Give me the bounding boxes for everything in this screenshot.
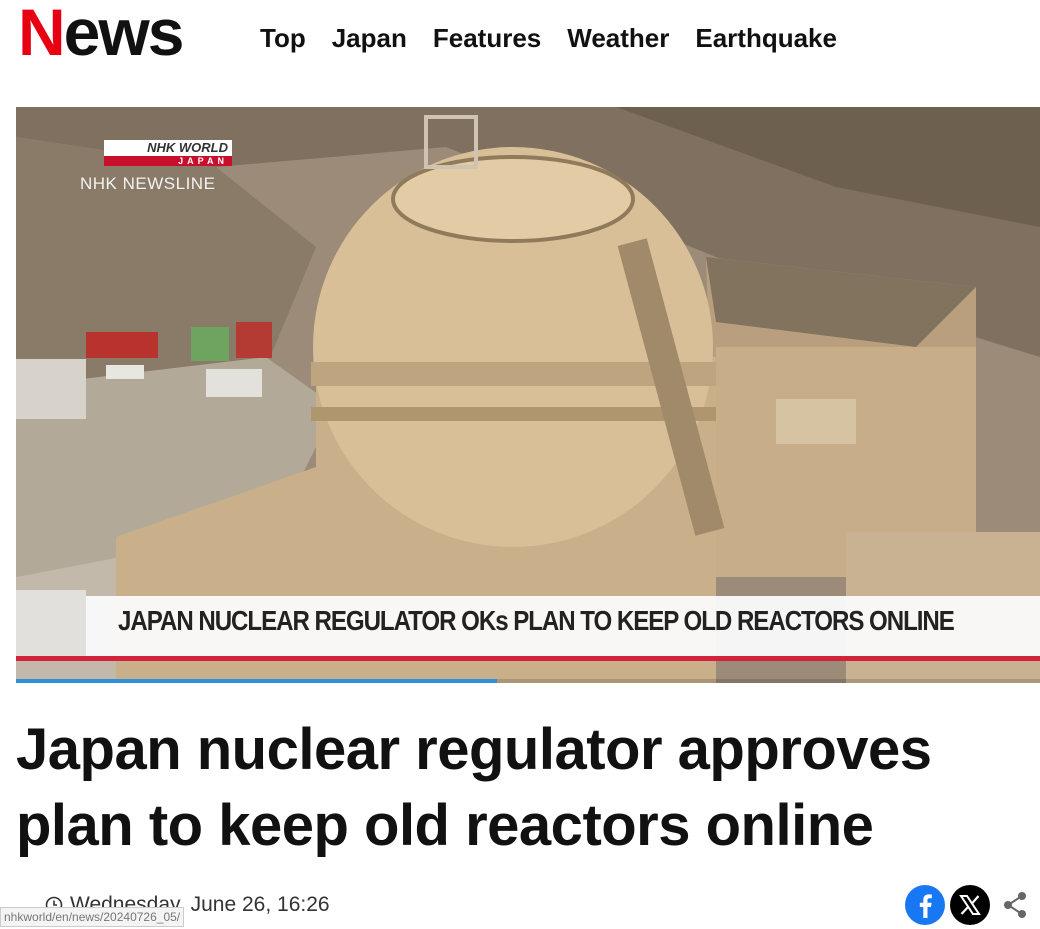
caption-red-line bbox=[16, 656, 1040, 661]
video-caption: JAPAN NUCLEAR REGULATOR OKs PLAN TO KEEP… bbox=[118, 605, 955, 636]
nav-weather[interactable]: Weather bbox=[567, 22, 669, 54]
facebook-icon[interactable] bbox=[905, 885, 945, 925]
video-progress-bar[interactable] bbox=[16, 679, 1040, 683]
x-icon[interactable] bbox=[950, 885, 990, 925]
nav-top[interactable]: Top bbox=[260, 22, 306, 54]
status-url-tooltip: nhkworld/en/news/20240726_05/ bbox=[0, 907, 185, 927]
article-headline: Japan nuclear regulator approves plan to… bbox=[16, 717, 932, 858]
nhk-world-logo: NHK WORLD JAPAN bbox=[104, 140, 232, 166]
channel-label: NHK NEWSLINE bbox=[80, 174, 216, 193]
nav-features[interactable]: Features bbox=[433, 22, 541, 54]
share-icon[interactable] bbox=[998, 888, 1032, 922]
news-logo[interactable]: News bbox=[18, 0, 184, 70]
caption-bar-left bbox=[16, 590, 86, 656]
main-nav: Top Japan Features Weather Earthquake bbox=[260, 22, 837, 54]
nav-japan[interactable]: Japan bbox=[332, 22, 407, 54]
nav-earthquake[interactable]: Earthquake bbox=[695, 22, 837, 54]
video-progress-fill bbox=[16, 679, 498, 683]
site-header: News Top Japan Features Weather Earthqua… bbox=[0, 0, 1040, 80]
